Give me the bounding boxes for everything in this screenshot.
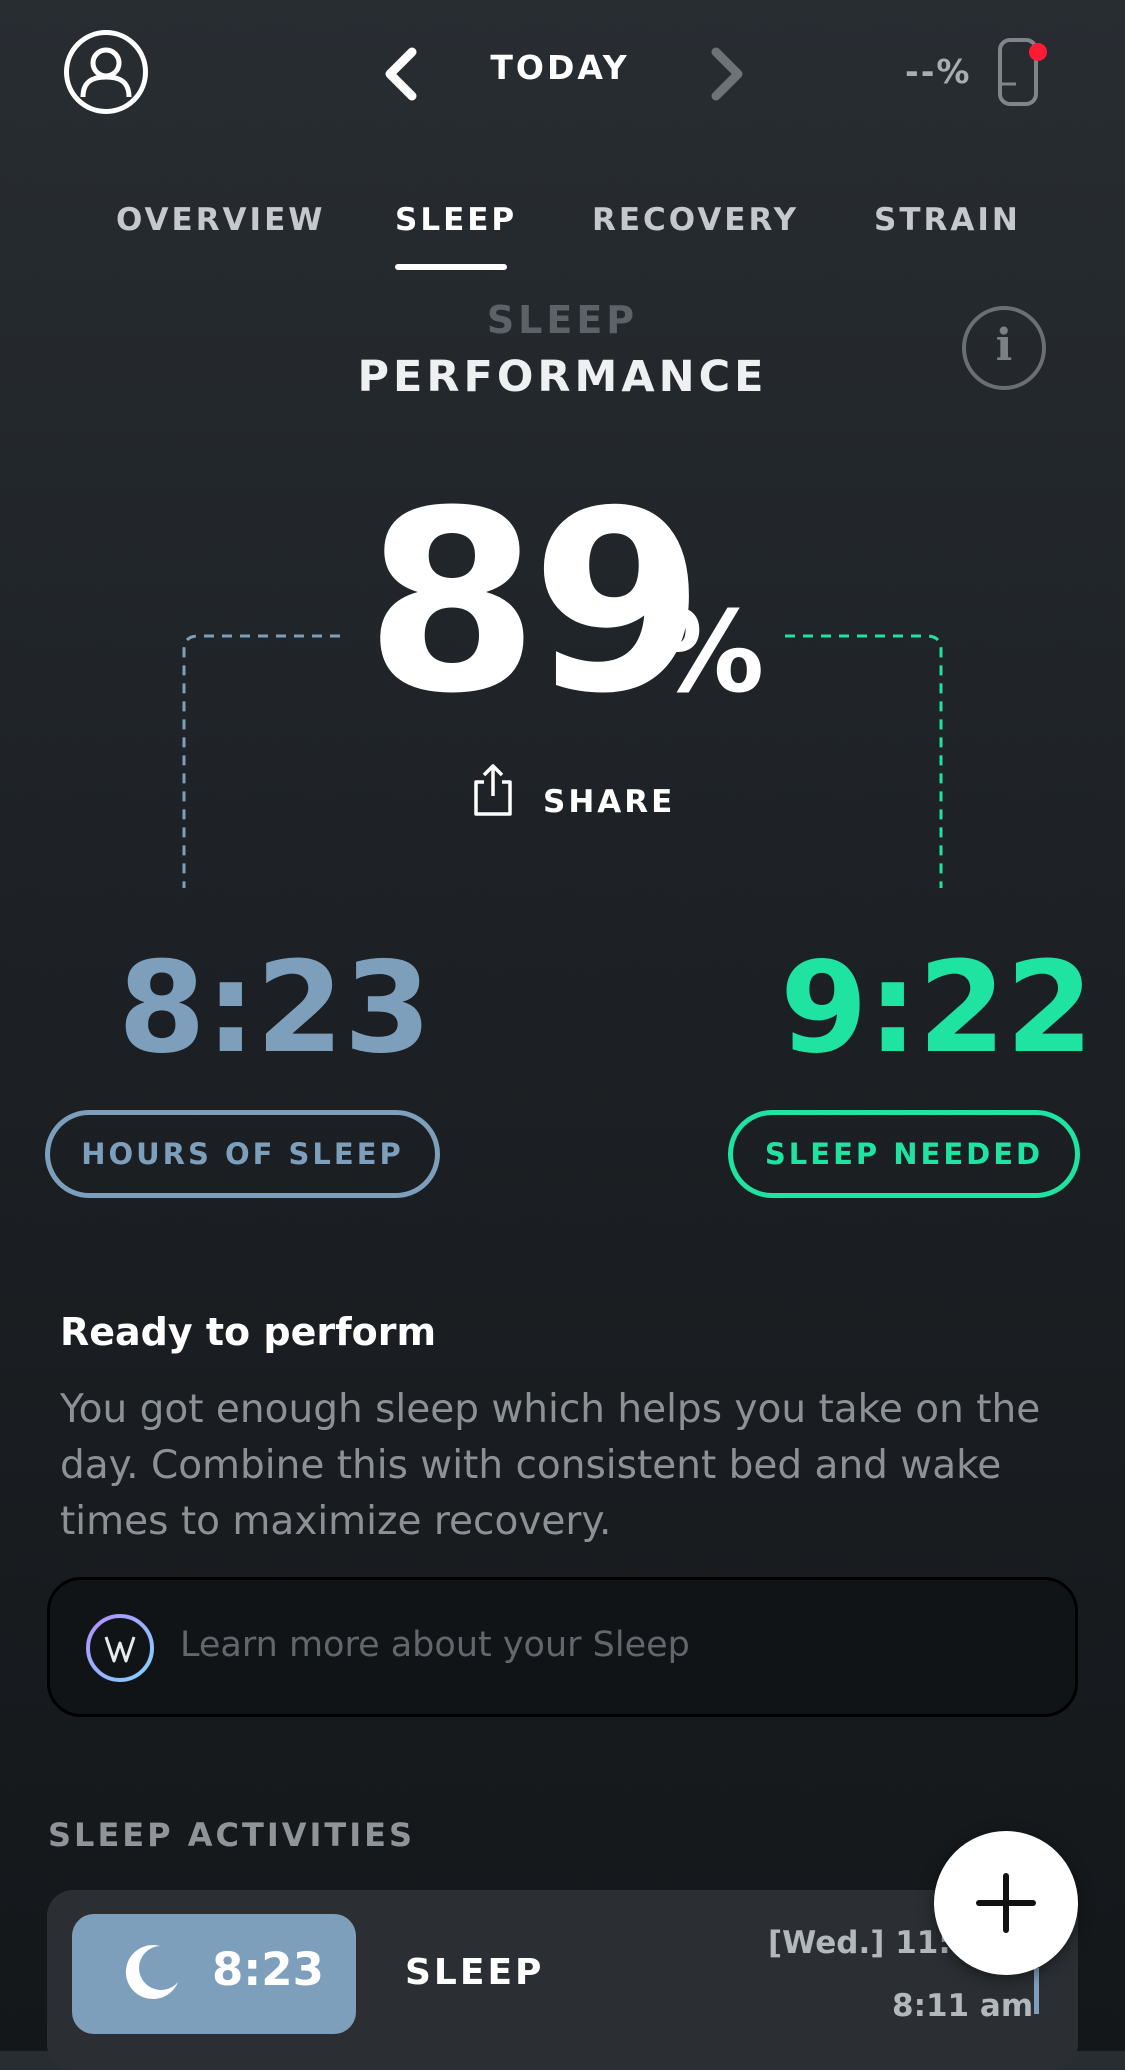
insight-body: You got enough sleep which helps you tak… [60,1387,1041,1544]
activity-end-time: 8:11 am [892,1988,1034,2024]
sleep-needed-value: 9:22 [780,934,1094,1081]
hours-of-sleep-value: 8:23 [118,934,432,1081]
activity-label: SLEEP [405,1952,545,1993]
sleep-needed-button[interactable]: SLEEP NEEDED [728,1110,1080,1198]
learn-more-text[interactable]: Learn more about your Sleep [180,1625,690,1665]
moon-icon [125,1945,178,2000]
sleep-performance-score: 89 [365,457,705,748]
share-icon [474,764,512,816]
score-percent-sign: % [652,588,765,718]
whoop-coach-icon [86,1614,154,1682]
hours-of-sleep-button[interactable]: HOURS OF SLEEP [45,1110,440,1198]
sleep-activities-heading: SLEEP ACTIVITIES [48,1816,416,1854]
insight-title: Ready to perform [60,1310,437,1354]
share-label[interactable]: SHARE [543,784,675,820]
plus-icon [976,1873,1036,1933]
activity-duration: 8:23 [212,1943,324,1996]
add-activity-button[interactable] [934,1831,1078,1975]
